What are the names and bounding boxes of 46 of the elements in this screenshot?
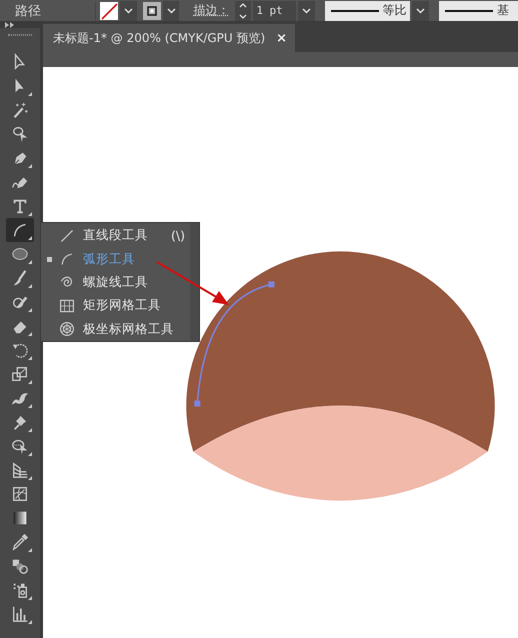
document-title: 未标题-1* @ 200% (CMYK/GPU 预览) bbox=[53, 30, 266, 46]
menu-item[interactable]: 螺旋线工具 bbox=[41, 270, 191, 294]
menu-item[interactable]: 极坐标网格工具 bbox=[41, 318, 191, 342]
gradient-icon bbox=[11, 509, 29, 527]
line-segment-icon bbox=[59, 228, 75, 244]
rotate-icon bbox=[11, 341, 29, 359]
selection-label: 路径 bbox=[14, 2, 41, 20]
stroke-weight-field[interactable]: 1 pt bbox=[253, 0, 296, 20]
brush-icon bbox=[11, 269, 29, 287]
chevron-icon bbox=[166, 8, 176, 14]
dropdown-button[interactable] bbox=[412, 0, 429, 20]
tool-button[interactable] bbox=[6, 218, 34, 242]
dropdown-button[interactable] bbox=[162, 0, 180, 20]
close-button[interactable]: × bbox=[276, 30, 287, 46]
stroke-link[interactable]: 描边： bbox=[185, 2, 230, 19]
document-tab[interactable]: 未标题-1* @ 200% (CMYK/GPU 预览) × bbox=[43, 24, 295, 52]
dropdown-button[interactable] bbox=[298, 0, 315, 20]
ellipse-icon bbox=[11, 245, 29, 263]
mesh-icon bbox=[11, 485, 29, 503]
arc-path[interactable] bbox=[194, 281, 274, 407]
symbol-sprayer-icon bbox=[11, 581, 29, 599]
pin-icon bbox=[11, 413, 29, 431]
magic-wand-icon bbox=[11, 101, 29, 119]
eyedropper-icon bbox=[11, 533, 29, 551]
rectangular-grid-icon bbox=[59, 298, 75, 314]
perspective-grid-icon bbox=[11, 461, 29, 479]
scale-icon bbox=[11, 365, 29, 383]
type-icon bbox=[11, 197, 29, 215]
brush-dropdown[interactable]: 基 bbox=[438, 0, 518, 20]
chevron-icon bbox=[416, 8, 425, 14]
stroke-swatch[interactable] bbox=[100, 2, 118, 20]
fill-swatch[interactable] bbox=[142, 2, 161, 20]
polar-grid-icon bbox=[59, 321, 75, 338]
current-tool-marker bbox=[46, 256, 52, 262]
menu-item[interactable]: 直线段工具 (\) bbox=[41, 224, 191, 248]
arc-icon bbox=[59, 251, 75, 268]
stepper[interactable] bbox=[235, 0, 252, 20]
width-profile-dropdown[interactable]: 等比 bbox=[324, 0, 410, 20]
chevron-icon bbox=[124, 8, 133, 14]
blend-icon bbox=[11, 557, 29, 575]
dropdown-button[interactable] bbox=[120, 0, 137, 20]
lasso-icon bbox=[11, 125, 29, 143]
menu-item[interactable]: 矩形网格工具 bbox=[41, 294, 191, 318]
column-graph-icon bbox=[11, 605, 29, 623]
shape-builder-icon bbox=[11, 437, 29, 455]
chevron-icon bbox=[302, 8, 311, 14]
